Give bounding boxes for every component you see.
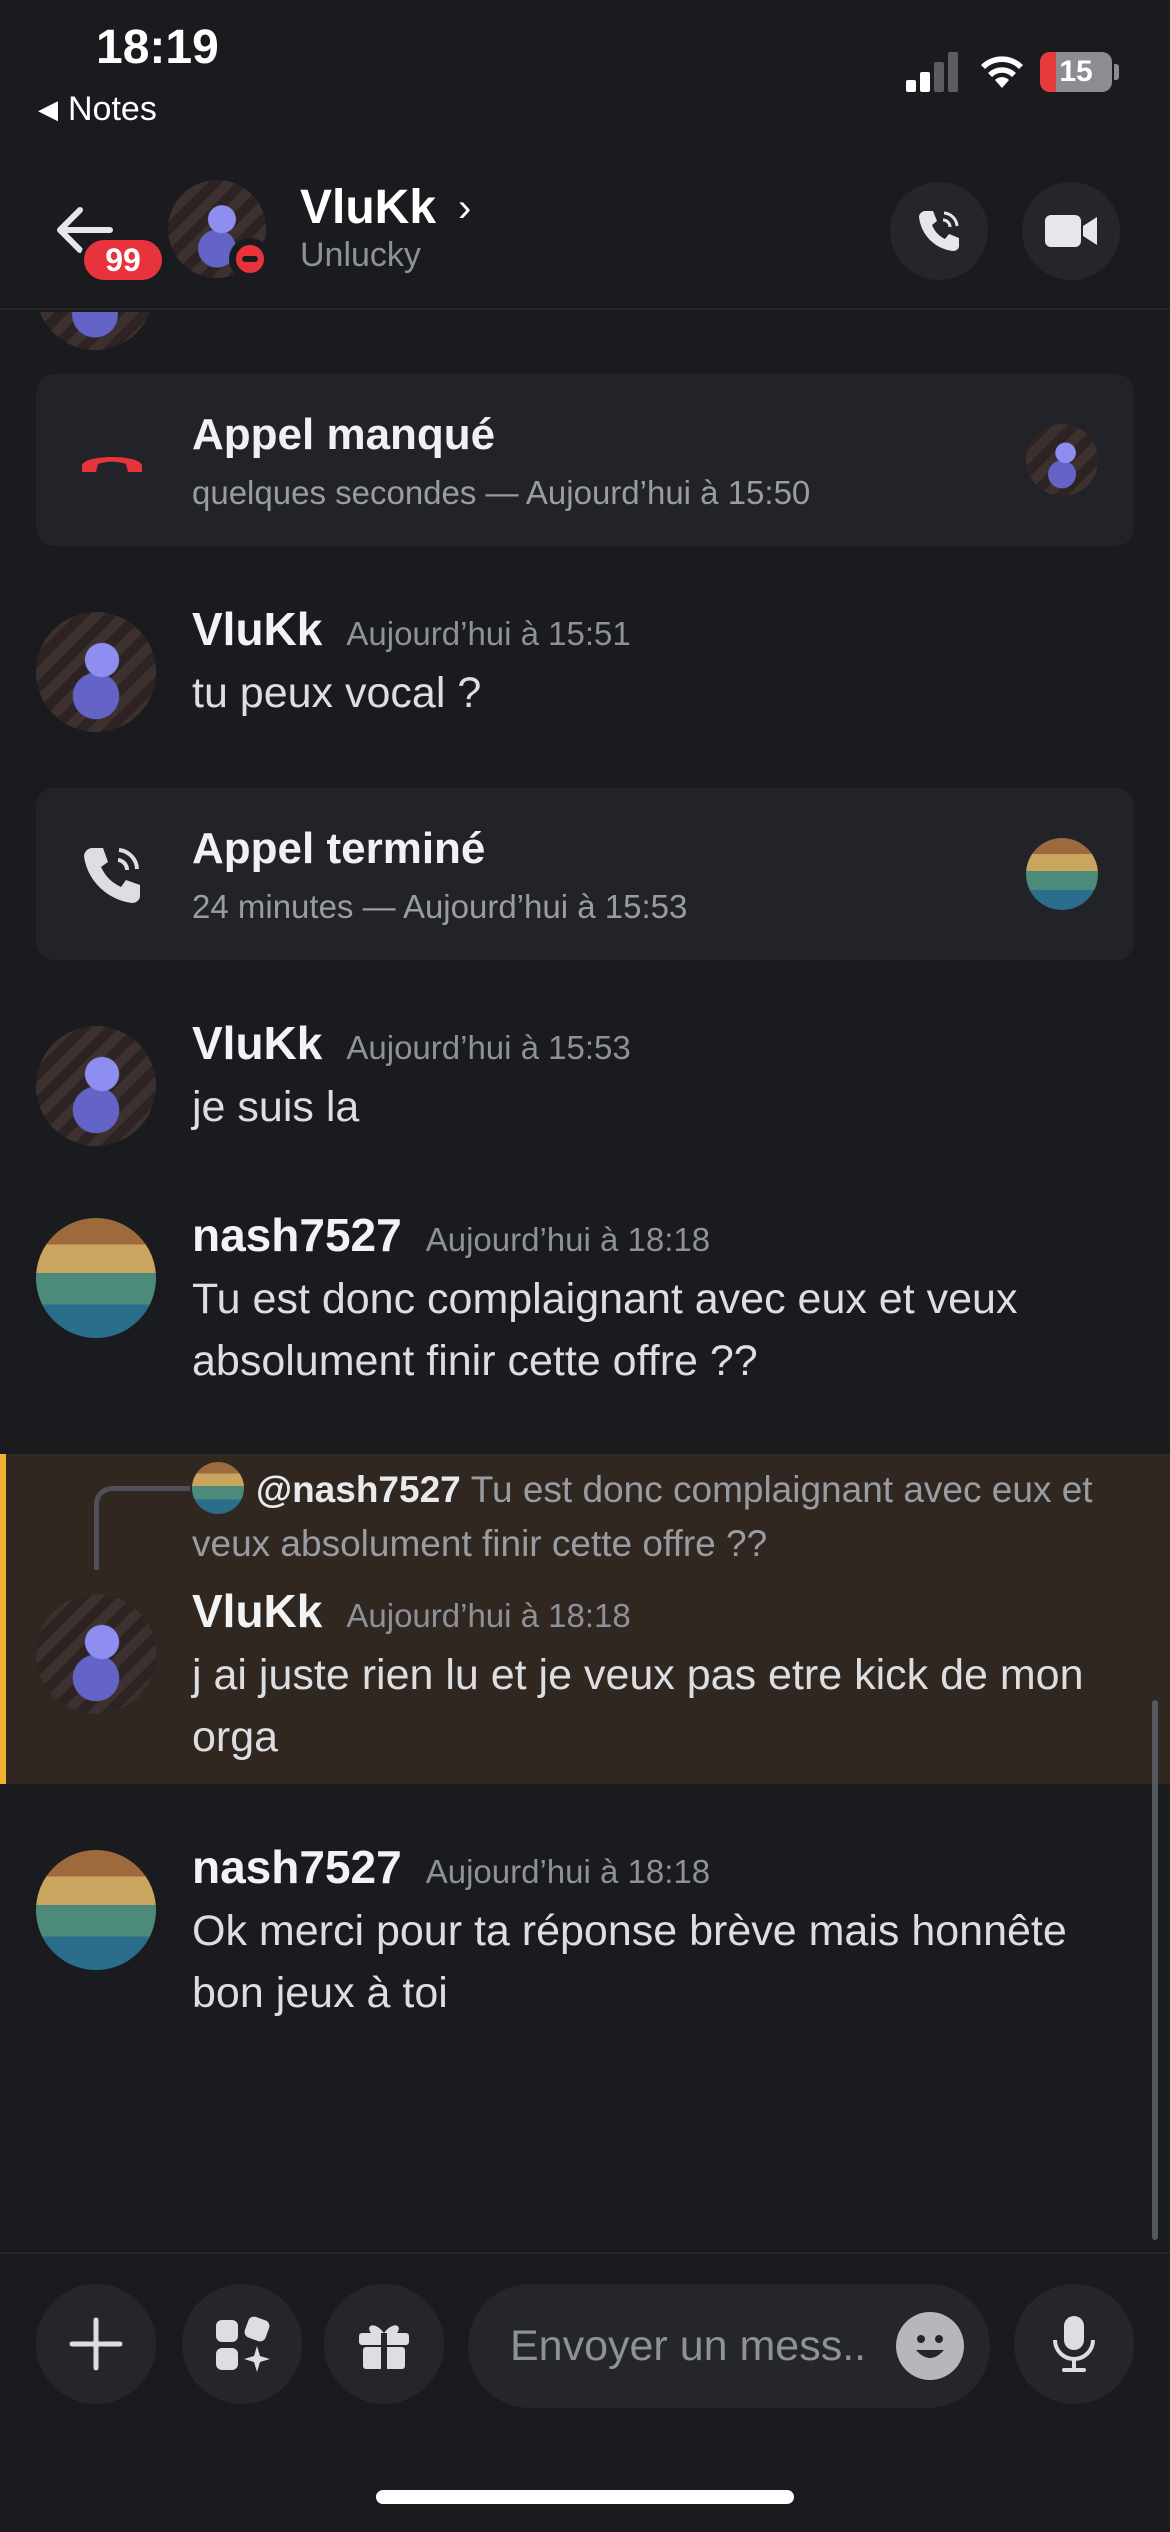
back-to-app-link[interactable]: ◀ Notes xyxy=(38,90,157,129)
message-author: VluKk Aujourd’hui à 15:53 xyxy=(192,1016,631,1070)
message-text: Ok merci pour ta réponse brève mais honn… xyxy=(192,1907,1067,2017)
avatar[interactable] xyxy=(36,1026,156,1146)
message-timestamp: Aujourd’hui à 18:18 xyxy=(346,1597,631,1634)
phone-icon xyxy=(84,848,140,903)
back-app-label: Notes xyxy=(68,90,157,128)
missed-call-icon xyxy=(82,457,142,472)
author-name: VluKk xyxy=(192,1585,323,1637)
message-timestamp: Aujourd’hui à 15:51 xyxy=(346,615,631,652)
cellular-signal-icon xyxy=(906,52,958,92)
missed-call-card[interactable]: Appel manqué quelques secondes — Aujourd… xyxy=(36,374,1134,546)
message-timestamp: Aujourd’hui à 15:53 xyxy=(346,1029,631,1066)
avatar[interactable] xyxy=(36,1850,156,1970)
gift-button[interactable] xyxy=(324,2284,444,2404)
apps-button[interactable] xyxy=(182,2284,302,2404)
wifi-icon xyxy=(981,56,1023,88)
call-subtitle: 24 minutes — Aujourd’hui à 15:53 xyxy=(192,888,688,925)
message-author: nash7527 Aujourd’hui à 18:18 xyxy=(192,1208,710,1262)
message-text: je suis la xyxy=(192,1083,360,1131)
chevron-right-icon[interactable]: › xyxy=(458,186,471,231)
message-text: Tu est donc complaignant avec eux et veu… xyxy=(192,1275,1018,1385)
emoji-button[interactable] xyxy=(896,2312,964,2380)
avatar[interactable] xyxy=(36,612,156,732)
video-camera-icon xyxy=(1045,215,1097,247)
chat-header: 99 VluKk › Unlucky xyxy=(0,150,1170,310)
scrollbar[interactable] xyxy=(1152,1700,1158,2240)
avatar[interactable] xyxy=(36,1594,156,1714)
video-call-button[interactable] xyxy=(1022,182,1120,280)
microphone-icon xyxy=(1053,2316,1095,2372)
message-timestamp: Aujourd’hui à 18:18 xyxy=(425,1221,711,1258)
home-indicator[interactable] xyxy=(376,2490,794,2504)
battery-tip xyxy=(1114,64,1119,80)
message-list[interactable]: Appel manqué quelques secondes — Aujourd… xyxy=(0,312,1170,2252)
smiley-icon xyxy=(916,2335,944,2358)
apps-icon xyxy=(216,2316,270,2372)
phone-icon xyxy=(919,211,959,251)
back-triangle-icon: ◀ xyxy=(38,94,58,124)
message-author: nash7527 Aujourd’hui à 18:18 xyxy=(192,1840,710,1894)
reply-preview[interactable]: @nash7527 Tu est donc complaignant avec e… xyxy=(192,1462,1142,1571)
avatar[interactable] xyxy=(36,1218,156,1338)
battery-indicator: 15 xyxy=(1040,52,1112,92)
status-bar: 18:19 ◀ Notes 15 xyxy=(0,0,1170,150)
reply-connector xyxy=(94,1486,190,1570)
message-text: j ai juste rien lu et je veux pas etre k… xyxy=(192,1651,1084,1761)
avatar xyxy=(36,312,154,350)
voice-call-button[interactable] xyxy=(890,182,988,280)
call-subtitle: quelques secondes — Aujourd’hui à 15:50 xyxy=(192,474,811,511)
voice-message-button[interactable] xyxy=(1014,2284,1134,2404)
reply-avatar xyxy=(192,1462,244,1514)
author-name: VluKk xyxy=(192,603,323,655)
caller-avatar xyxy=(1026,424,1098,496)
author-name: VluKk xyxy=(192,1017,323,1069)
reply-mention: @nash7527 xyxy=(256,1469,461,1510)
contact-name[interactable]: VluKk xyxy=(300,180,436,235)
contact-status: Unlucky xyxy=(300,236,421,274)
caller-avatar xyxy=(1026,838,1098,910)
call-title: Appel terminé xyxy=(192,824,486,873)
author-name: nash7527 xyxy=(192,1841,402,1893)
author-name: nash7527 xyxy=(192,1209,402,1261)
message-author: VluKk Aujourd’hui à 18:18 xyxy=(192,1584,631,1638)
message-input[interactable] xyxy=(510,2284,870,2408)
gift-icon xyxy=(359,2325,409,2369)
message-input-container xyxy=(468,2284,990,2408)
dnd-status-icon xyxy=(229,238,271,280)
add-attachment-button[interactable] xyxy=(36,2284,156,2404)
plus-icon xyxy=(69,2317,123,2371)
message-author: VluKk Aujourd’hui à 15:51 xyxy=(192,602,631,656)
status-time: 18:19 xyxy=(96,21,219,74)
message-timestamp: Aujourd’hui à 18:18 xyxy=(425,1853,711,1890)
battery-percent: 15 xyxy=(1059,55,1093,88)
ended-call-card[interactable]: Appel terminé 24 minutes — Aujourd’hui à… xyxy=(36,788,1134,960)
call-title: Appel manqué xyxy=(192,410,496,459)
message-text: tu peux vocal ? xyxy=(192,669,482,717)
unread-count-badge: 99 xyxy=(80,236,166,284)
